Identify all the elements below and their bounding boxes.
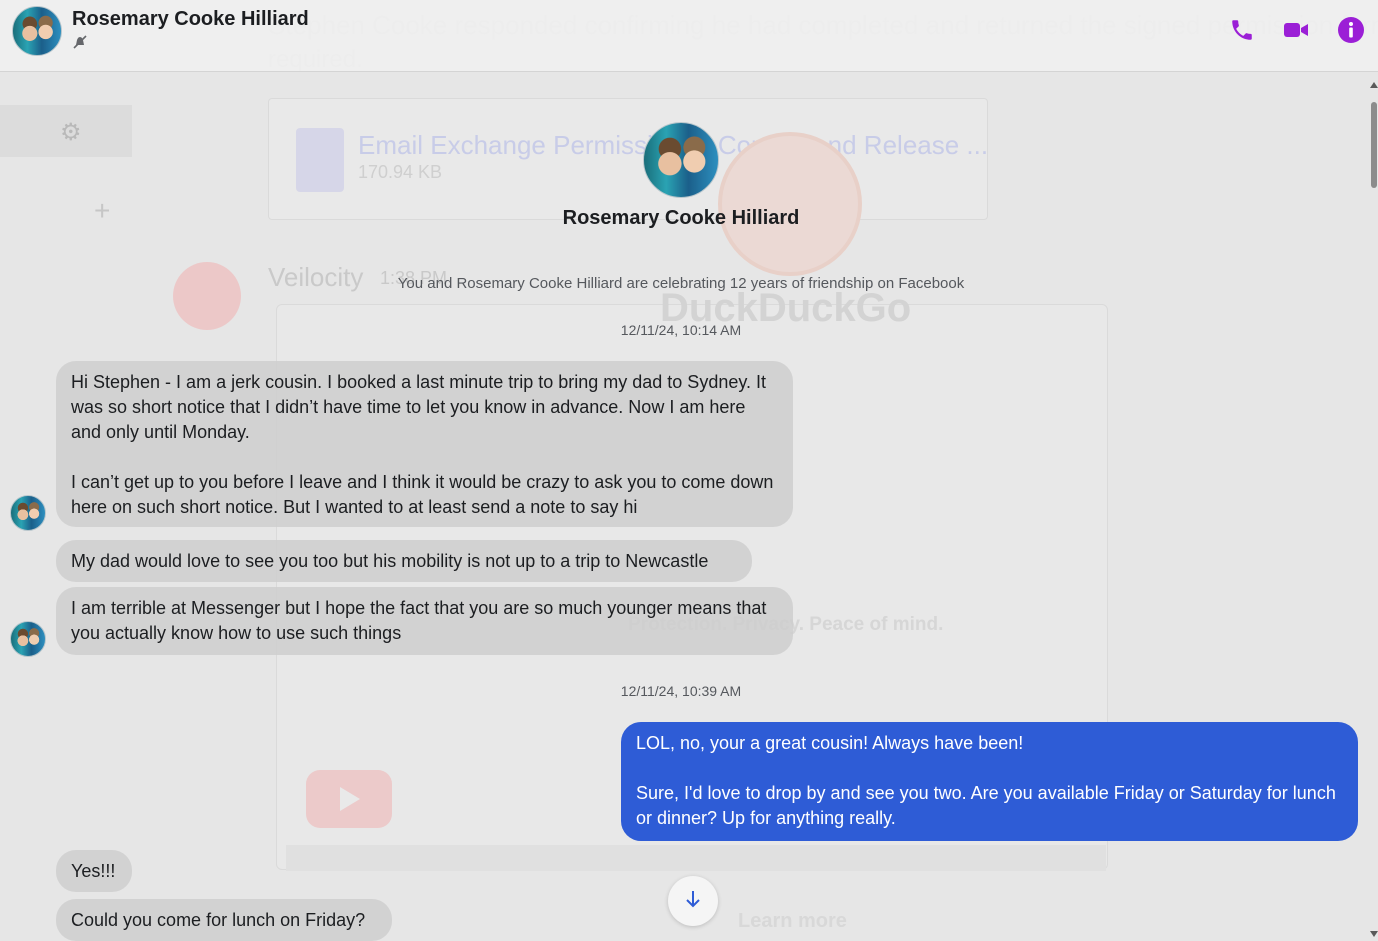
phone-icon[interactable] [1226, 14, 1258, 46]
contact-name[interactable]: Rosemary Cooke Hilliard [72, 8, 309, 31]
scroll-to-bottom-button[interactable] [668, 876, 718, 926]
profile-name: Rosemary Cooke Hilliard [562, 207, 800, 229]
video-camera-icon[interactable] [1280, 14, 1312, 46]
message-thread: Rosemary Cooke Hilliard You and Rosemary… [0, 72, 1378, 941]
friendship-note: You and Rosemary Cooke Hilliard are cele… [397, 275, 965, 292]
message-bubble-incoming[interactable]: My dad would love to see you too but his… [56, 540, 752, 582]
avatar[interactable] [10, 495, 46, 531]
message-bubble-incoming[interactable]: Hi Stephen - I am a jerk cousin. I booke… [56, 361, 793, 527]
avatar[interactable] [12, 6, 62, 56]
info-icon[interactable] [1335, 14, 1367, 46]
vertical-scrollbar[interactable] [1370, 72, 1378, 941]
message-timestamp: 12/11/24, 10:39 AM [620, 683, 742, 699]
arrow-down-icon [682, 888, 704, 915]
message-bubble-incoming[interactable]: I am terrible at Messenger but I hope th… [56, 587, 793, 655]
message-bubble-incoming[interactable]: Could you come for lunch on Friday? [56, 899, 392, 941]
conversation-header: Rosemary Cooke Hilliard [0, 0, 1378, 72]
muted-bell-icon [72, 34, 88, 50]
scroll-up-arrow-icon[interactable] [1370, 82, 1378, 88]
avatar[interactable] [10, 621, 46, 657]
message-bubble-outgoing[interactable]: LOL, no, your a great cousin! Always hav… [621, 722, 1358, 841]
message-bubble-incoming[interactable]: Yes!!! [56, 850, 132, 892]
scroll-thumb[interactable] [1371, 102, 1377, 188]
scroll-down-arrow-icon[interactable] [1370, 931, 1378, 937]
avatar[interactable] [643, 122, 719, 198]
message-timestamp: 12/11/24, 10:14 AM [620, 322, 742, 338]
